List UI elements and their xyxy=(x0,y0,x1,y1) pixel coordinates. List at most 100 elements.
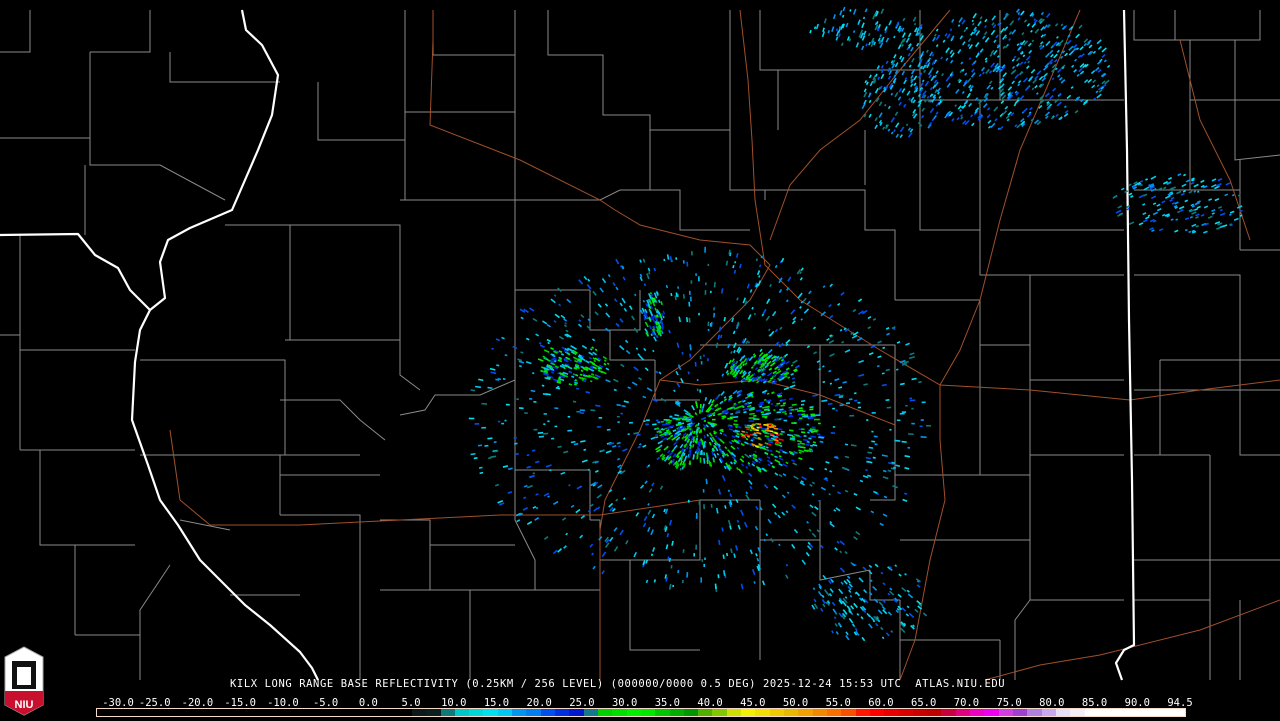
echo-mark xyxy=(490,369,495,370)
echo-mark xyxy=(904,63,906,66)
echo-mark xyxy=(901,628,905,632)
echo-mark xyxy=(1062,67,1064,69)
radar-map[interactable] xyxy=(0,0,1280,720)
echo-mark xyxy=(852,564,854,566)
echo-mark xyxy=(1105,80,1110,84)
echo-mark xyxy=(1032,40,1033,42)
echo-mark xyxy=(1176,191,1181,193)
echo-mark xyxy=(650,311,652,316)
echo-mark xyxy=(843,610,847,615)
echo-mark xyxy=(737,467,739,469)
echo-mark xyxy=(1079,68,1083,71)
echo-mark xyxy=(733,391,737,394)
colorbar-swatch xyxy=(412,709,426,716)
echo-mark xyxy=(606,451,611,453)
echo-mark xyxy=(590,361,593,363)
echo-mark xyxy=(894,54,896,58)
echo-mark xyxy=(1052,78,1053,79)
echo-mark xyxy=(680,427,682,428)
echo-mark xyxy=(759,275,760,277)
echo-mark xyxy=(780,411,785,412)
echo-mark xyxy=(986,69,989,73)
echo-mark xyxy=(812,605,815,609)
echo-mark xyxy=(844,328,846,329)
echo-mark xyxy=(720,433,722,434)
echo-mark xyxy=(960,36,962,39)
echo-mark xyxy=(643,445,647,447)
echo-mark xyxy=(924,70,926,72)
echo-mark xyxy=(1077,48,1079,50)
echo-mark xyxy=(706,479,707,484)
echo-mark xyxy=(523,497,526,498)
colorbar-swatch xyxy=(612,709,626,716)
echo-mark xyxy=(835,548,838,550)
echo-mark xyxy=(989,126,991,128)
echo-mark xyxy=(773,311,776,315)
echo-mark xyxy=(914,83,916,86)
echo-mark xyxy=(830,522,832,523)
echo-mark xyxy=(972,69,974,72)
echo-mark xyxy=(985,60,987,62)
echo-mark xyxy=(836,29,837,31)
echo-mark xyxy=(864,100,866,104)
echo-mark xyxy=(564,319,567,321)
echo-mark xyxy=(983,36,985,39)
echo-mark xyxy=(947,83,950,87)
echo-mark xyxy=(988,120,991,123)
echo-mark xyxy=(532,373,534,374)
echo-mark xyxy=(661,301,662,305)
echo-mark xyxy=(606,313,610,317)
echo-mark xyxy=(879,113,882,118)
echo-mark xyxy=(978,99,980,101)
echo-mark xyxy=(1075,48,1077,50)
echo-mark xyxy=(877,366,879,367)
echo-mark xyxy=(595,405,600,406)
echo-mark xyxy=(729,250,730,255)
echo-mark xyxy=(1067,95,1071,98)
echo-mark xyxy=(985,58,987,60)
colorbar-swatch xyxy=(712,709,726,716)
echo-mark xyxy=(683,433,686,436)
echo-mark xyxy=(645,481,647,484)
echo-mark xyxy=(807,346,809,348)
echo-mark xyxy=(781,432,785,433)
echo-mark xyxy=(731,351,732,353)
colorbar-swatch xyxy=(1085,709,1099,716)
echo-mark xyxy=(862,46,864,50)
echo-mark xyxy=(743,298,745,303)
echo-mark xyxy=(620,303,622,306)
echo-mark xyxy=(551,372,553,373)
echo-mark xyxy=(639,444,641,445)
echo-mark xyxy=(741,400,743,401)
echo-mark xyxy=(623,277,625,280)
echo-mark xyxy=(1076,34,1080,38)
colorbar-swatch xyxy=(727,709,741,716)
echo-mark xyxy=(822,595,824,597)
colorbar-swatch xyxy=(770,709,784,716)
echo-mark xyxy=(775,405,778,406)
colorbar-swatch xyxy=(569,709,583,716)
echo-mark xyxy=(886,125,889,129)
echo-mark xyxy=(630,306,632,310)
echo-mark xyxy=(938,92,940,94)
echo-mark xyxy=(779,289,781,292)
echo-mark xyxy=(1045,93,1049,97)
echo-mark xyxy=(828,371,831,372)
echo-mark xyxy=(979,74,981,76)
echo-mark xyxy=(564,546,567,549)
colorbar-swatch xyxy=(369,709,383,716)
echo-mark xyxy=(1075,110,1078,112)
colorbar-swatch xyxy=(1056,709,1070,716)
colorbar-swatch xyxy=(541,709,555,716)
echo-mark xyxy=(1215,199,1219,201)
echo-mark xyxy=(898,97,900,101)
echo-mark xyxy=(893,467,896,468)
echo-mark xyxy=(763,581,765,585)
echo-mark xyxy=(867,613,870,616)
echo-mark xyxy=(768,441,773,442)
echo-mark xyxy=(636,434,640,435)
colorbar-swatch xyxy=(254,709,268,716)
echo-mark xyxy=(965,73,967,75)
echo-mark xyxy=(530,476,535,478)
echo-mark xyxy=(768,444,771,445)
